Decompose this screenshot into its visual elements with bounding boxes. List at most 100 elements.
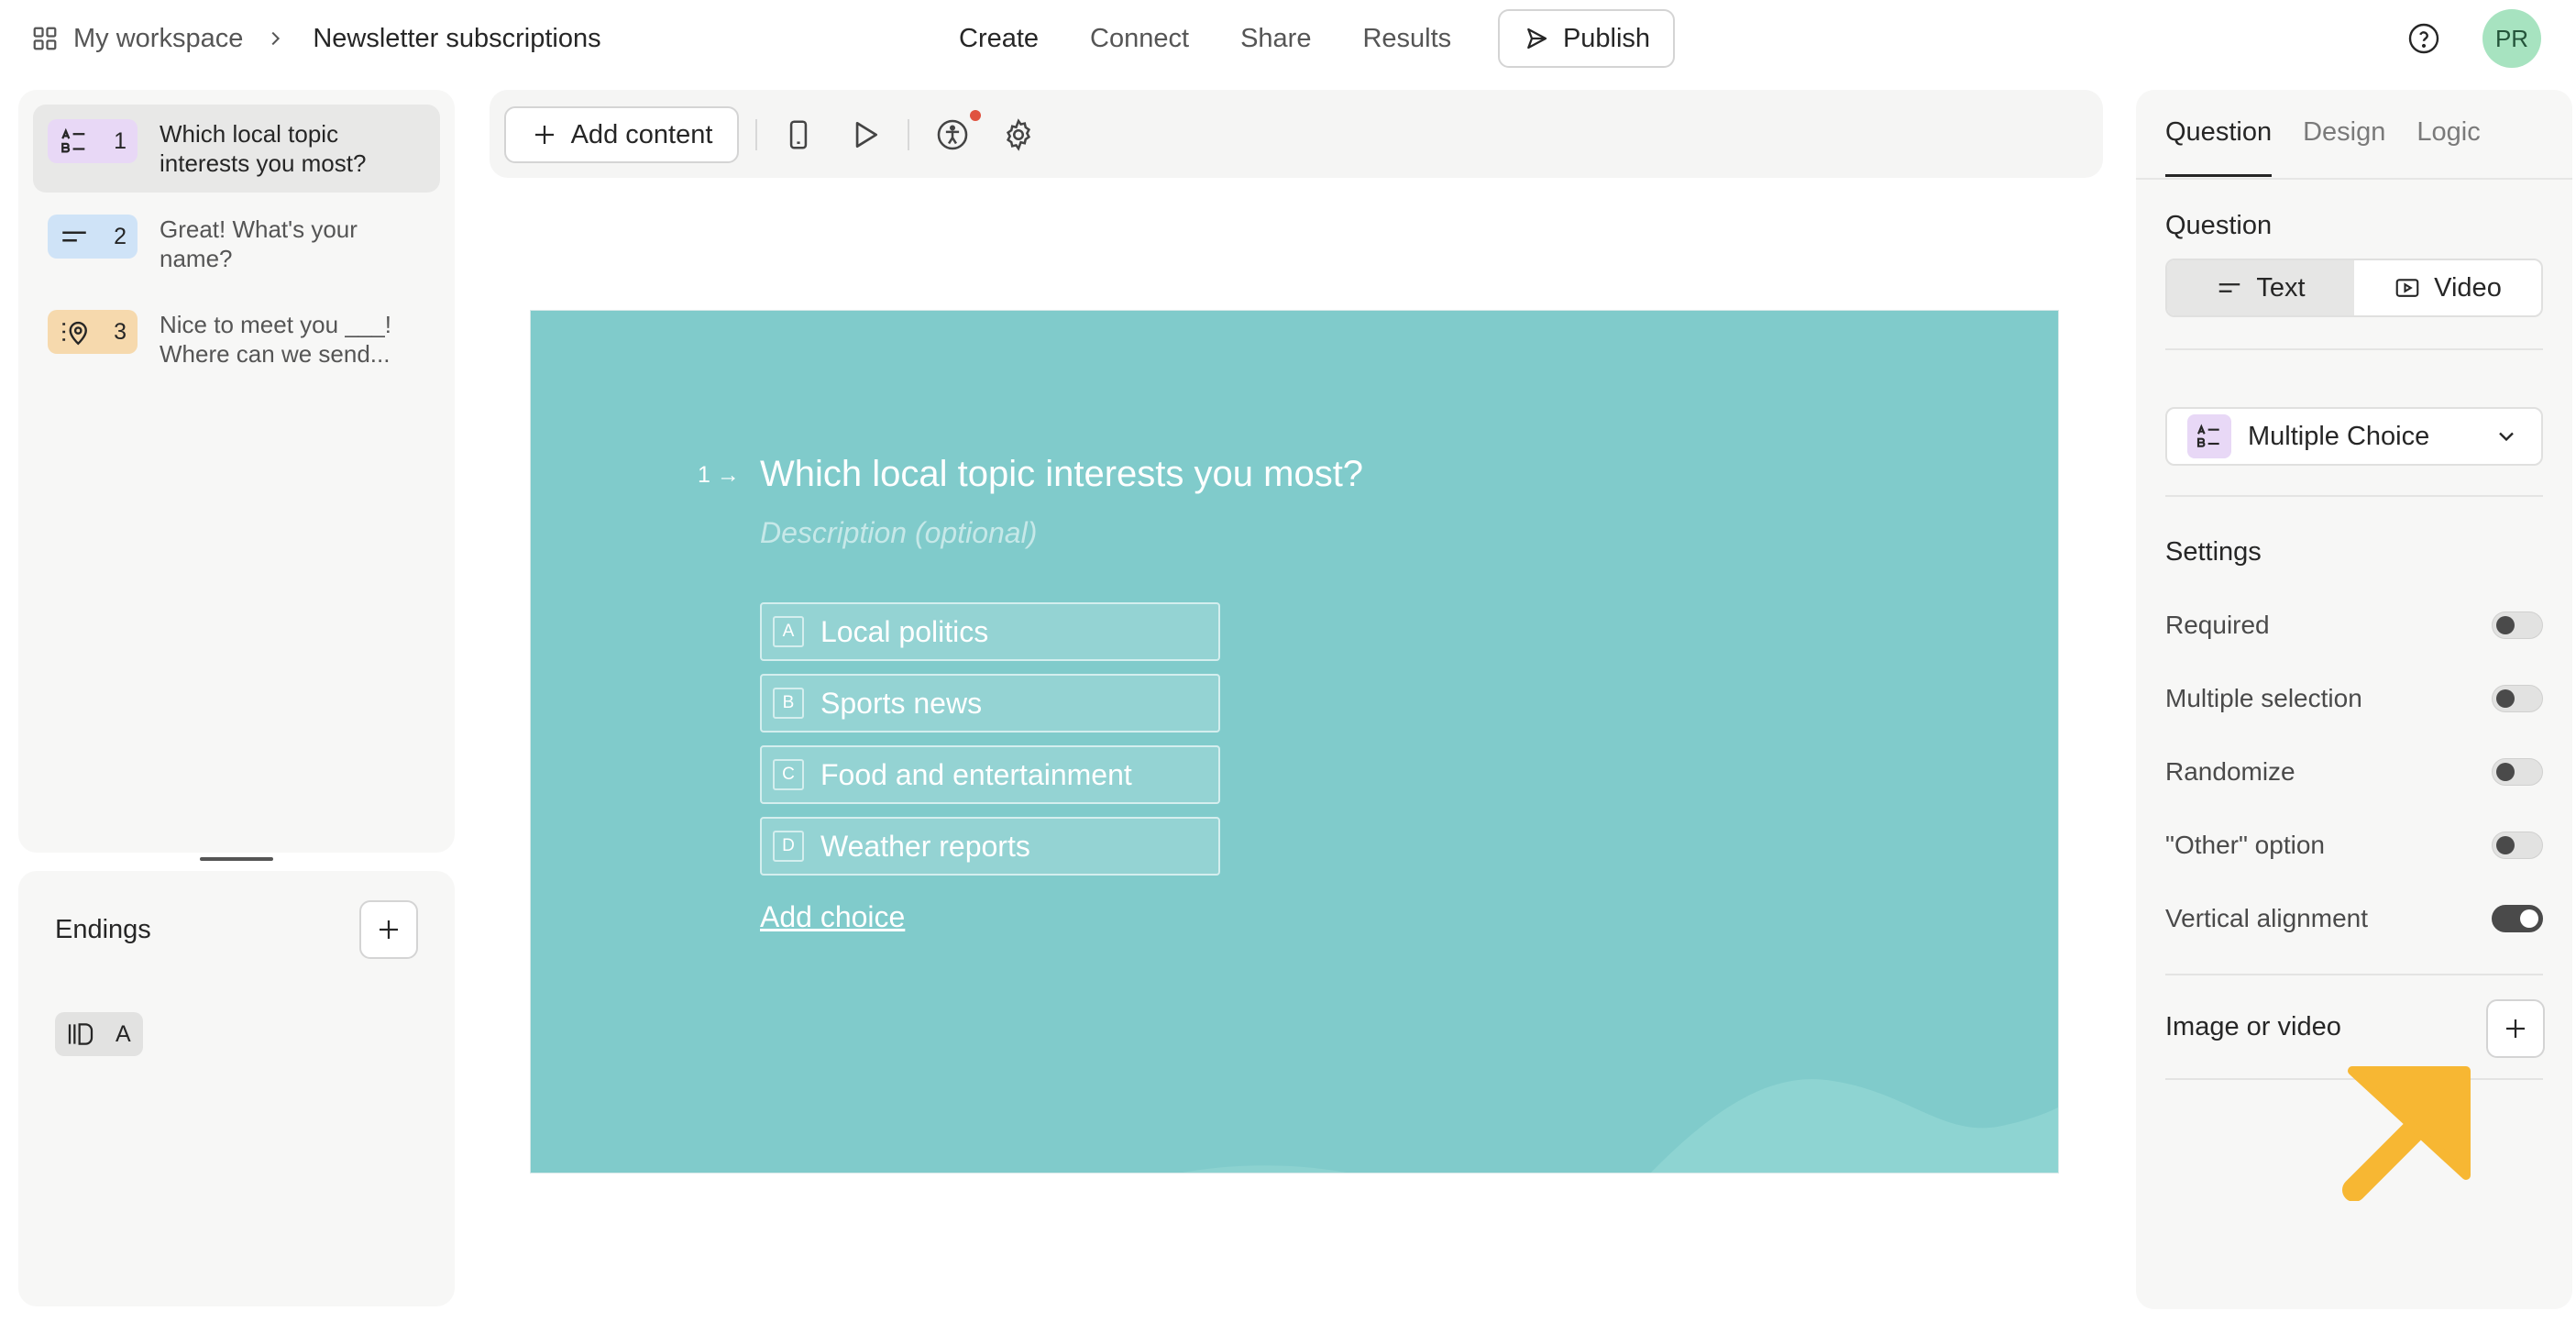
plus-icon (2506, 1019, 2525, 1038)
ending-item-a[interactable]: A (55, 1012, 143, 1056)
plus-icon (380, 920, 398, 939)
add-ending-button[interactable] (359, 900, 418, 959)
question-item-2[interactable]: 2 Great! What's your name? (33, 200, 440, 288)
background-waves (1182, 1079, 2058, 1173)
media-type-video[interactable]: Video (2354, 260, 2541, 315)
image-or-video-title: Image or video (2165, 1012, 2341, 1041)
toggle-knob (2496, 689, 2515, 708)
tab-question[interactable]: Question (2165, 117, 2273, 178)
media-type-label: Video (2434, 272, 2502, 303)
publish-button[interactable]: Publish (1498, 9, 1675, 68)
section-divider (2165, 974, 2543, 975)
question-number: 2 (114, 223, 127, 249)
question-item-3[interactable]: 3 Nice to meet you ___! Where can we sen… (33, 295, 440, 383)
add-content-button[interactable]: Add content (504, 106, 739, 163)
nav-create[interactable]: Create (959, 24, 1039, 54)
nav-connect[interactable]: Connect (1090, 24, 1189, 54)
media-type-toggle: Text Video (2165, 259, 2543, 317)
breadcrumb-workspace[interactable]: My workspace (73, 24, 243, 54)
choice-key: B (773, 688, 804, 719)
choice-label: Food and entertainment (820, 757, 1132, 791)
setting-randomize: Randomize (2165, 754, 2543, 790)
question-type-select[interactable]: Multiple Choice (2165, 407, 2543, 466)
breadcrumb-page[interactable]: Newsletter subscriptions (313, 24, 600, 54)
top-bar: My workspace Newsletter subscriptions Cr… (0, 0, 2576, 77)
add-image-video-button[interactable] (2486, 999, 2545, 1058)
question-number: 1 (698, 462, 710, 488)
nav-share[interactable]: Share (1240, 24, 1311, 54)
question-title: Nice to meet you ___! Where can we send.… (160, 311, 391, 368)
choice-a[interactable]: A Local politics (760, 602, 1220, 661)
choice-b[interactable]: B Sports news (760, 674, 1220, 733)
multiple-choice-icon (2196, 424, 2219, 447)
add-choice-link[interactable]: Add choice (760, 900, 905, 934)
form-preview-canvas[interactable]: 1 → Which local topic interests you most… (530, 310, 2059, 1173)
description-field[interactable]: Description (optional) (760, 516, 1037, 550)
question-title[interactable]: Which local topic interests you most? (760, 454, 1363, 495)
choice-label: Sports news (820, 686, 983, 720)
choice-d[interactable]: D Weather reports (760, 817, 1220, 876)
question-number: 1 (114, 127, 127, 154)
setting-other-option: "Other" option (2165, 827, 2543, 864)
question-number: 3 (114, 318, 127, 345)
accessibility-icon[interactable] (935, 117, 970, 152)
setting-vertical-alignment: Vertical alignment (2165, 900, 2543, 937)
pointer-arrow-icon (2342, 1066, 2471, 1201)
nav-results[interactable]: Results (1362, 24, 1451, 54)
play-icon[interactable] (847, 117, 882, 152)
toolbar-divider (908, 119, 909, 150)
text-icon (2219, 283, 2240, 292)
setting-required: Required (2165, 607, 2543, 644)
question-section-title: Question (2165, 211, 2273, 240)
help-icon[interactable] (2407, 22, 2440, 55)
section-divider (2165, 495, 2543, 497)
question-type-badge (2187, 414, 2231, 458)
address-icon (62, 321, 87, 346)
choice-key: A (773, 616, 804, 647)
main-nav: Create Connect Share Results (959, 17, 1503, 61)
notification-dot (970, 110, 981, 121)
setting-label: Vertical alignment (2165, 904, 2369, 932)
tabs-divider (2136, 178, 2572, 180)
section-divider (2165, 348, 2543, 350)
ending-label: A (116, 1020, 131, 1047)
editor-toolbar: Add content (490, 90, 2103, 178)
avatar[interactable]: PR (2482, 9, 2541, 68)
mobile-preview-icon[interactable] (781, 117, 816, 152)
chevron-down-icon (2499, 432, 2514, 442)
grid-icon[interactable] (31, 25, 59, 52)
tab-logic[interactable]: Logic (2416, 117, 2480, 178)
question-badge: 1 (48, 119, 138, 163)
toggle-knob (2496, 836, 2515, 854)
short-text-icon (62, 231, 86, 242)
toolbar-divider (755, 119, 757, 150)
panel-resize-handle[interactable] (200, 857, 273, 861)
media-type-text[interactable]: Text (2167, 260, 2354, 315)
toggle-knob (2520, 909, 2538, 928)
plus-icon (534, 126, 554, 144)
choice-key: C (773, 759, 804, 790)
choice-c[interactable]: C Food and entertainment (760, 745, 1220, 804)
question-title: Which local topic interests you most? (160, 120, 367, 177)
setting-label: Required (2165, 611, 2270, 639)
add-content-label: Add content (570, 119, 713, 149)
multiple-selection-toggle[interactable] (2492, 685, 2543, 712)
setting-label: Randomize (2165, 757, 2295, 786)
question-item-1[interactable]: 1 Which local topic interests you most? (33, 105, 440, 193)
required-toggle[interactable] (2492, 611, 2543, 639)
media-type-label: Text (2256, 272, 2306, 303)
setting-label: Multiple selection (2165, 684, 2362, 712)
publish-label: Publish (1562, 23, 1651, 53)
vertical-alignment-toggle[interactable] (2492, 905, 2543, 932)
randomize-toggle[interactable] (2492, 758, 2543, 786)
panel-tabs: Question Design Logic (2165, 117, 2512, 178)
gear-icon[interactable] (1001, 117, 1036, 152)
send-icon (1527, 28, 1547, 50)
choice-key: D (773, 831, 804, 862)
video-icon (2395, 279, 2419, 297)
tab-design[interactable]: Design (2303, 117, 2385, 178)
other-option-toggle[interactable] (2492, 832, 2543, 859)
question-list-panel: 1 Which local topic interests you most? … (18, 90, 455, 853)
settings-title: Settings (2165, 537, 2262, 567)
ending-icon (68, 1023, 94, 1045)
